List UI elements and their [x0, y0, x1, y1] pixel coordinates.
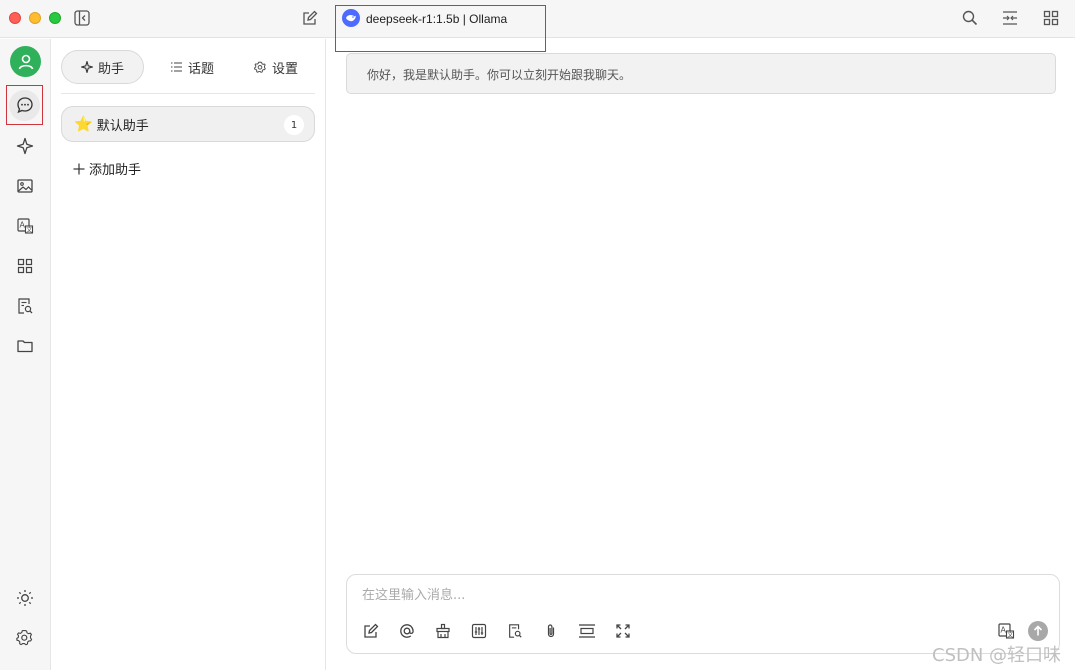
- assistant-name: 默认助手: [96, 118, 149, 134]
- list-icon: [170, 61, 183, 73]
- svg-text:A: A: [20, 221, 26, 230]
- watermark: CSDN @轻口味: [932, 645, 1062, 666]
- gear-icon: [254, 61, 267, 74]
- clear-broom-icon[interactable]: [433, 621, 453, 641]
- assistants-panel: 助手 话题 设置 ⭐ 默认助手 1 添加助手: [51, 39, 326, 670]
- rail-chat-button[interactable]: [6, 85, 43, 125]
- sidebar-toggle-icon[interactable]: [73, 9, 91, 27]
- plus-icon: [73, 163, 85, 175]
- title-bar: deepseek-r1:1.5b | Ollama: [0, 0, 1075, 52]
- image-icon[interactable]: [10, 171, 40, 201]
- add-assistant-label: 添加助手: [89, 163, 142, 178]
- new-chat-edit-icon[interactable]: [301, 9, 319, 27]
- tab-settings-label: 设置: [271, 61, 298, 77]
- welcome-message: 你好，我是默认助手。你可以立刻开始跟我聊天。: [346, 53, 1056, 94]
- settings-gear-icon[interactable]: [10, 623, 40, 653]
- add-assistant-button[interactable]: 添加助手: [73, 159, 141, 178]
- svg-text:A: A: [1001, 626, 1007, 635]
- svg-text:文: 文: [1007, 631, 1013, 639]
- fullscreen-icon[interactable]: [613, 621, 633, 641]
- tab-topics-label: 话题: [187, 61, 214, 77]
- chat-icon: [9, 89, 40, 121]
- translate-icon[interactable]: A文: [996, 621, 1016, 641]
- tab-topics[interactable]: 话题: [157, 50, 227, 84]
- panel-tabs: 助手 话题 设置: [61, 50, 315, 84]
- apps-grid-icon[interactable]: [1042, 9, 1060, 27]
- settings-sliders-icon[interactable]: [469, 621, 489, 641]
- knowledge-search-icon[interactable]: [505, 621, 525, 641]
- close-window-button[interactable]: [9, 12, 21, 24]
- arrow-up-icon: [1033, 625, 1043, 636]
- tab-settings[interactable]: 设置: [241, 50, 311, 84]
- apps-icon[interactable]: [10, 251, 40, 281]
- svg-text:文: 文: [26, 226, 32, 234]
- tab-assistants-label: 助手: [97, 61, 124, 77]
- sparkle-icon: [80, 61, 93, 73]
- edit-icon[interactable]: [361, 621, 381, 641]
- translate-icon[interactable]: A文: [10, 211, 40, 241]
- topic-count-badge: 1: [284, 115, 304, 135]
- sparkle-icon[interactable]: [10, 131, 40, 161]
- assistant-item-default[interactable]: ⭐ 默认助手 1: [61, 106, 315, 142]
- app-window: deepseek-r1:1.5b | Ollama A文 助手 话题 设置 ⭐ …: [0, 0, 1075, 670]
- chat-area: 你好，我是默认助手。你可以立刻开始跟我聊天。 在这里输入消息... A 文: [327, 39, 1075, 670]
- attach-clip-icon[interactable]: [541, 621, 561, 641]
- split-view-icon[interactable]: [1001, 9, 1019, 27]
- panel-divider: [61, 93, 315, 94]
- message-input[interactable]: [362, 585, 962, 605]
- folder-icon[interactable]: [10, 331, 40, 361]
- expand-context-icon[interactable]: [577, 621, 597, 641]
- maximize-window-button[interactable]: [49, 12, 61, 24]
- minimize-window-button[interactable]: [29, 12, 41, 24]
- star-icon: ⭐: [74, 115, 93, 133]
- avatar[interactable]: [10, 46, 41, 77]
- file-search-icon[interactable]: [10, 291, 40, 321]
- nav-rail: A文: [0, 39, 51, 670]
- search-icon[interactable]: [961, 9, 979, 27]
- theme-sun-icon[interactable]: [10, 583, 40, 613]
- model-selector-highlight: [335, 5, 546, 52]
- mention-at-icon[interactable]: [397, 621, 417, 641]
- send-button[interactable]: [1028, 621, 1048, 641]
- tab-assistants[interactable]: 助手: [61, 50, 144, 84]
